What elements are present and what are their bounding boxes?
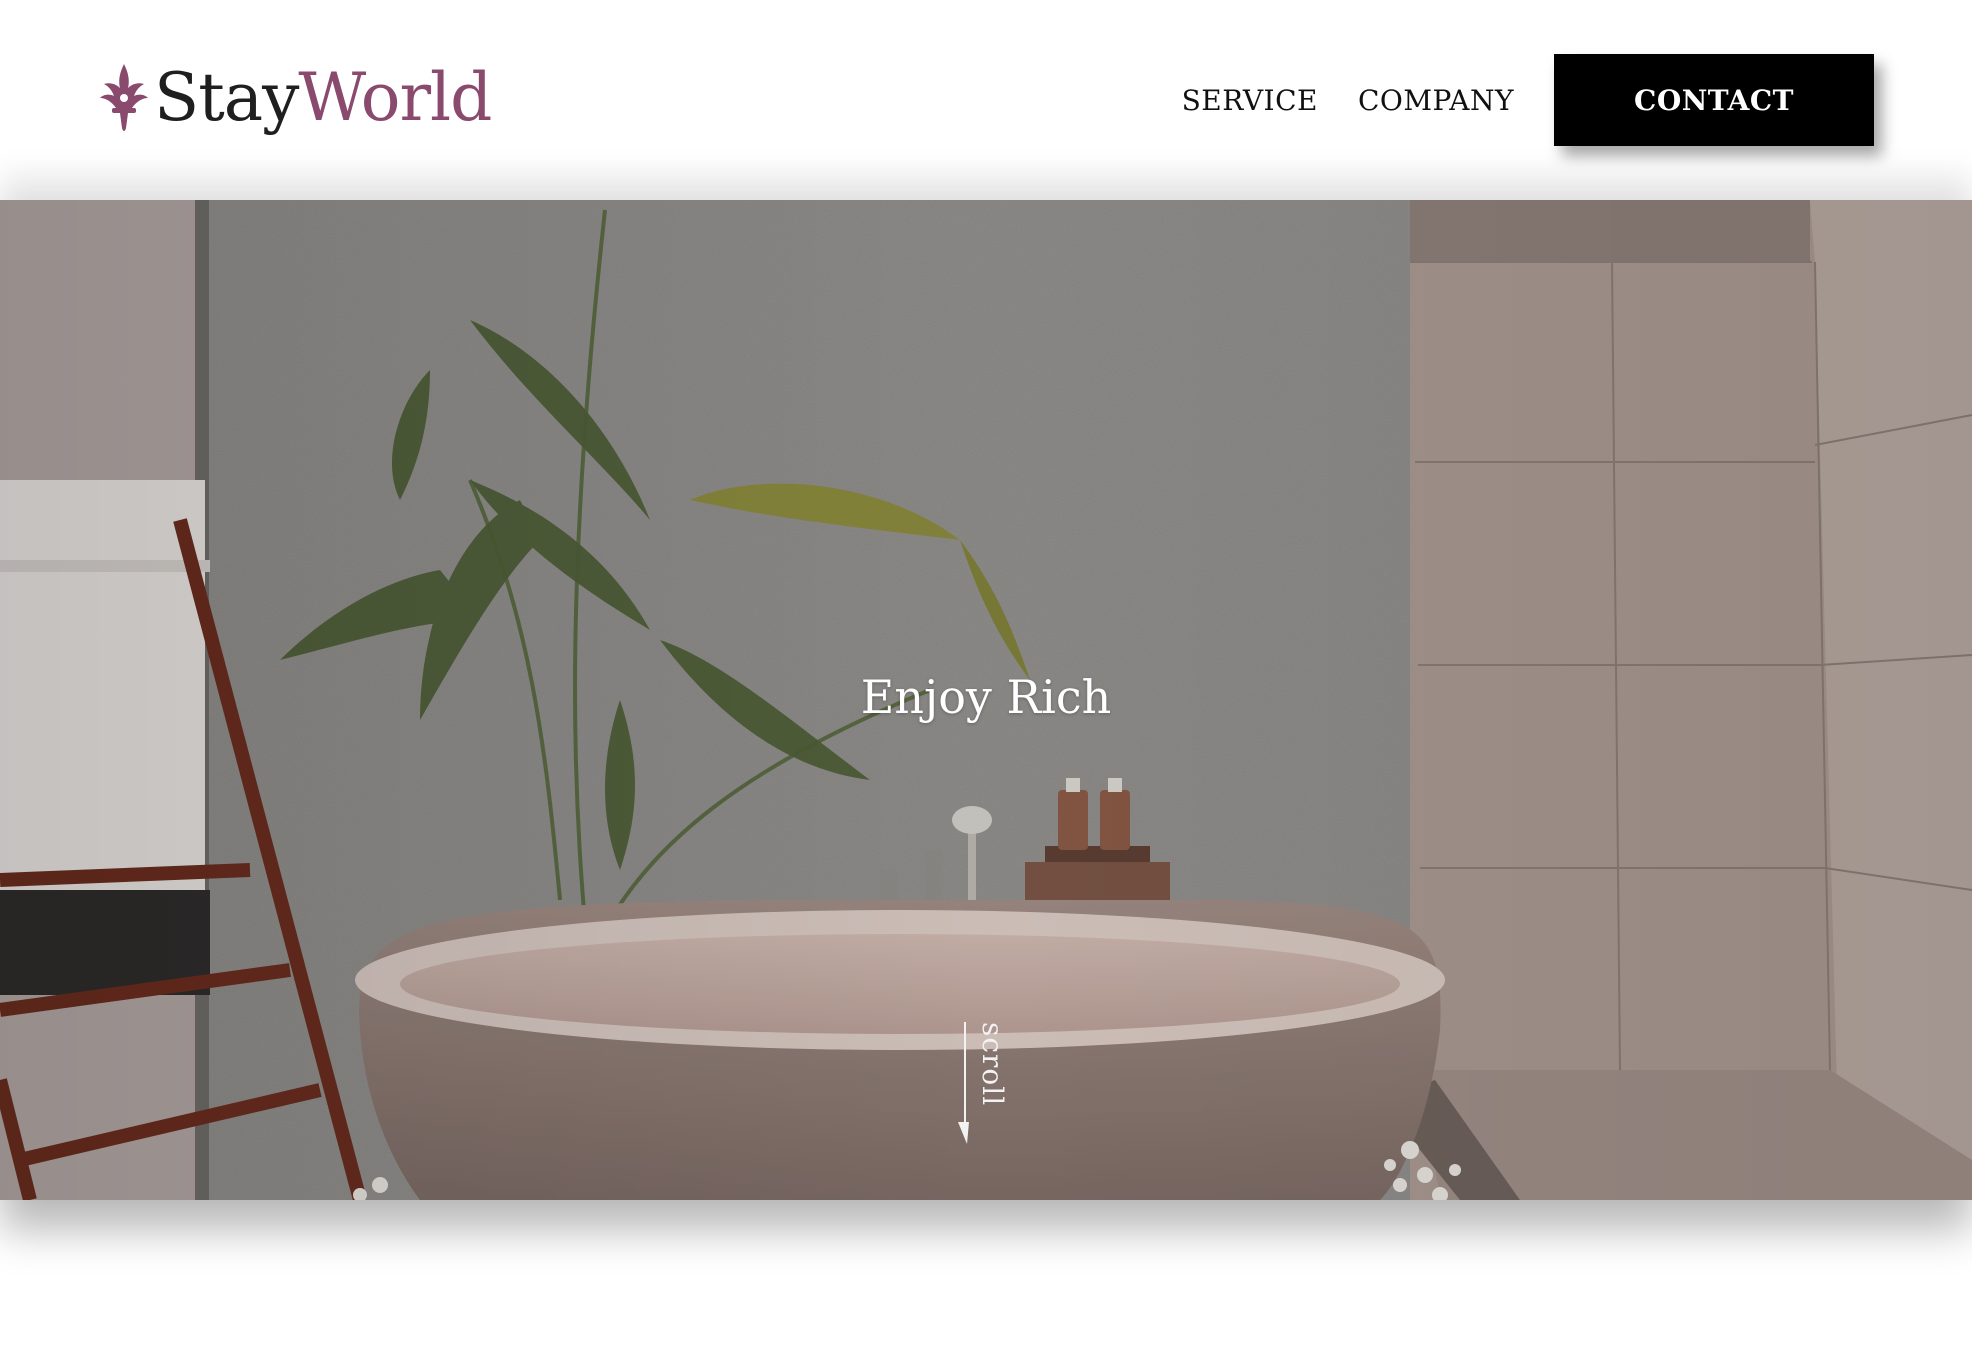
- contact-button[interactable]: CONTACT: [1554, 54, 1874, 146]
- scroll-line: [964, 1022, 966, 1132]
- logo-wordmark: StayWorld: [154, 58, 492, 138]
- site-header: StayWorld SERVICE COMPANY CONTACT: [0, 0, 1972, 200]
- hero-title: Enjoy Rich: [860, 670, 1112, 724]
- logo-world: World: [298, 59, 492, 136]
- hero-section: Enjoy Rich scroll: [0, 200, 1972, 1200]
- logo-stay: Stay: [154, 59, 299, 136]
- scroll-indicator[interactable]: scroll: [958, 1022, 1018, 1148]
- nav-service[interactable]: SERVICE: [1182, 84, 1318, 117]
- scroll-label: scroll: [976, 1022, 1009, 1107]
- logo[interactable]: StayWorld: [98, 58, 492, 138]
- fleur-de-lis-icon: [100, 64, 148, 131]
- scroll-arrow-icon: [958, 1122, 969, 1144]
- nav-company[interactable]: COMPANY: [1358, 84, 1514, 117]
- main-nav: SERVICE COMPANY CONTACT: [1182, 54, 1874, 146]
